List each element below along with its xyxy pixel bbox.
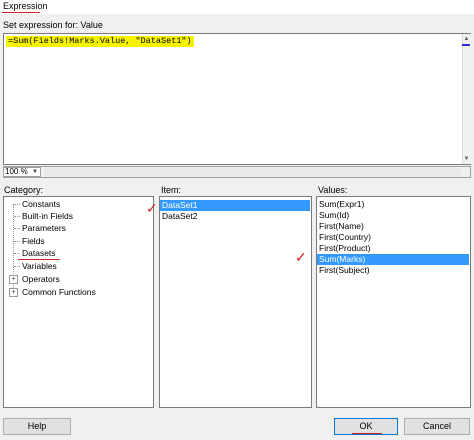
category-item-common-functions[interactable]: Common Functions [22,286,96,298]
help-button[interactable]: Help [3,418,71,435]
values-label: Values: [318,185,348,195]
category-item-datasets[interactable]: Datasets [22,247,56,259]
annotation-underline-title [2,12,40,13]
scroll-up-arrow-icon[interactable]: ▲ [463,36,470,42]
expression-label: Set expression for: Value [3,20,103,30]
category-item-constants[interactable]: Constants [22,198,60,210]
value-item[interactable]: First(Name) [317,221,469,232]
expression-editor[interactable] [3,33,471,165]
window-title: Expression [3,1,48,11]
value-item-selected[interactable]: Sum(Marks) [317,254,469,265]
editor-vertical-scrollbar[interactable] [462,34,471,164]
category-label: Category: [4,185,44,195]
value-item[interactable]: First(Country) [317,232,469,243]
zoom-dropdown-arrow-icon[interactable]: ▼ [32,168,38,176]
category-item-parameters[interactable]: Parameters [22,222,66,234]
tree-connector [14,241,20,242]
tree-connector [14,204,20,205]
annotation-underline-ok [352,433,382,434]
expand-icon[interactable]: + [9,275,18,284]
annotation-check-icon: ✓ [146,200,158,216]
value-item[interactable]: Sum(Id) [317,210,469,221]
expand-icon[interactable]: + [9,288,18,297]
expression-text[interactable]: =Sum(Fields!Marks.Value, "DataSet1") [6,36,194,47]
category-item-fields[interactable]: Fields [22,235,45,247]
editor-horizontal-scrollbar[interactable] [44,168,462,176]
tree-connector [14,253,20,254]
scroll-down-arrow-icon[interactable]: ▼ [463,156,470,162]
annotation-mark-scrollbar [462,44,470,46]
zoom-value: 100 % [5,167,28,176]
item-dataset1[interactable]: DataSet1 [160,200,310,211]
tree-connector [14,216,20,217]
tree-connector [14,266,20,267]
tree-connector [14,228,20,229]
category-item-built-in-fields[interactable]: Built-in Fields [22,210,73,222]
category-item-variables[interactable]: Variables [22,260,57,272]
category-item-operators[interactable]: Operators [22,273,60,285]
cancel-button[interactable]: Cancel [404,418,470,435]
value-item[interactable]: Sum(Expr1) [317,199,469,210]
value-item[interactable]: First(Product) [317,243,469,254]
item-list[interactable] [159,196,312,408]
item-dataset2[interactable]: DataSet2 [160,211,310,222]
item-label: Item: [161,185,182,195]
title-bar [0,0,474,14]
value-item[interactable]: First(Subject) [317,265,469,276]
annotation-check-icon: ✓ [295,249,307,265]
